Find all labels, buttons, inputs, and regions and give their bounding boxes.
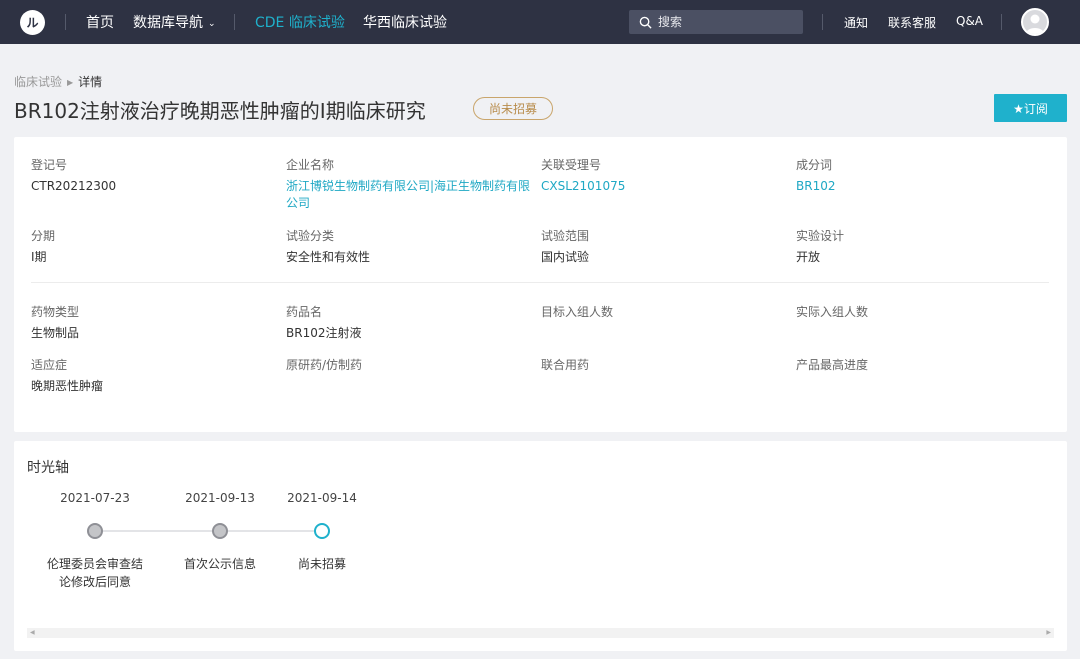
scroll-right-icon[interactable]: ▶ bbox=[1046, 628, 1051, 638]
search-box[interactable] bbox=[629, 10, 803, 34]
timeline-date: 2021-07-23 bbox=[60, 491, 130, 505]
timeline-dot-current bbox=[314, 523, 330, 539]
nav-cde-trials[interactable]: CDE 临床试验 bbox=[255, 12, 345, 32]
status-badge: 尚未招募 bbox=[473, 97, 553, 120]
chevron-down-icon: ⌄ bbox=[208, 19, 216, 29]
nav-home[interactable]: 首页 bbox=[86, 12, 114, 32]
timeline-date: 2021-09-14 bbox=[287, 491, 357, 505]
field-label: 企业名称 bbox=[286, 158, 335, 172]
nav-divider bbox=[822, 14, 823, 30]
field-value: 国内试验 bbox=[541, 250, 590, 264]
nav-contact-support[interactable]: 联系客服 bbox=[888, 14, 936, 31]
user-icon bbox=[1026, 14, 1044, 34]
logo-mark: ル bbox=[26, 16, 39, 30]
avatar[interactable] bbox=[1021, 8, 1049, 36]
field-label: 目标入组人数 bbox=[541, 305, 614, 319]
timeline-event-label: 首次公示信息 bbox=[183, 557, 256, 571]
field-highest-progress: 产品最高进度 bbox=[796, 357, 1046, 378]
search-input[interactable] bbox=[658, 15, 798, 29]
field-value: 安全性和有效性 bbox=[286, 250, 371, 264]
field-label: 实验设计 bbox=[796, 229, 845, 243]
field-label: 产品最高进度 bbox=[796, 358, 869, 372]
field-value: 晚期恶性肿瘤 bbox=[31, 379, 104, 393]
timeline-track bbox=[96, 530, 322, 532]
field-drug-type: 药物类型 生物制品 bbox=[31, 304, 281, 342]
timeline-event-label: 伦理委员会审查结论修改后同意 bbox=[46, 557, 143, 589]
nav-notifications[interactable]: 通知 bbox=[844, 14, 868, 31]
field-label: 试验范围 bbox=[541, 229, 590, 243]
field-label: 关联受理号 bbox=[541, 158, 602, 172]
field-company: 企业名称 浙江博锐生物制药有限公司|海正生物制药有限公司 bbox=[286, 157, 531, 212]
breadcrumb-parent[interactable]: 临床试验 bbox=[14, 75, 62, 89]
breadcrumb-current: 详情 bbox=[78, 75, 103, 89]
nav-huaxi-trials[interactable]: 华西临床试验 bbox=[363, 12, 447, 32]
nav-divider bbox=[65, 14, 66, 30]
field-label: 分期 bbox=[31, 229, 56, 243]
timeline-title: 时光轴 bbox=[27, 460, 69, 476]
trial-info-card: 登记号 CTR20212300 企业名称 浙江博锐生物制药有限公司|海正生物制药… bbox=[14, 137, 1067, 432]
company-link[interactable]: 浙江博锐生物制药有限公司|海正生物制药有限公司 bbox=[286, 178, 531, 212]
nav-divider bbox=[1001, 14, 1002, 30]
field-drug-name: 药品名 BR102注射液 bbox=[286, 304, 536, 342]
field-indication: 适应症 晚期恶性肿瘤 bbox=[31, 357, 281, 395]
field-reg-no: 登记号 CTR20212300 bbox=[31, 157, 281, 195]
field-accept-no: 关联受理号 CXSL2101075 bbox=[541, 157, 791, 195]
field-label: 药物类型 bbox=[31, 305, 80, 319]
site-logo[interactable]: ル bbox=[20, 10, 45, 35]
field-design: 实验设计 开放 bbox=[796, 228, 1046, 266]
field-scope: 试验范围 国内试验 bbox=[541, 228, 791, 266]
field-category: 试验分类 安全性和有效性 bbox=[286, 228, 536, 266]
timeline-dot bbox=[87, 523, 103, 539]
timeline-date: 2021-09-13 bbox=[185, 491, 255, 505]
field-target-enrollment: 目标入组人数 bbox=[541, 304, 791, 325]
field-actual-enrollment: 实际入组人数 bbox=[796, 304, 1046, 325]
horizontal-scrollbar[interactable]: ◀ ▶ bbox=[27, 628, 1054, 638]
timeline-dot bbox=[212, 523, 228, 539]
breadcrumb: 临床试验 ▶ 详情 bbox=[14, 73, 102, 90]
accept-no-link[interactable]: CXSL2101075 bbox=[541, 178, 791, 195]
field-combination-drug: 联合用药 bbox=[541, 357, 791, 378]
field-value: I期 bbox=[31, 250, 47, 264]
timeline-event-label: 尚未招募 bbox=[297, 557, 346, 571]
caret-right-icon: ▶ bbox=[67, 78, 74, 87]
field-label: 登记号 bbox=[31, 158, 68, 172]
field-phase: 分期 I期 bbox=[31, 228, 281, 266]
field-label: 原研药/仿制药 bbox=[286, 358, 363, 372]
timeline-card: 时光轴 2021-07-23 伦理委员会审查结论修改后同意 2021-09-13… bbox=[14, 441, 1067, 651]
field-label: 实际入组人数 bbox=[796, 305, 869, 319]
nav-database-label: 数据库导航 bbox=[133, 15, 203, 31]
field-value: BR102注射液 bbox=[286, 326, 362, 340]
search-icon bbox=[639, 16, 652, 29]
field-label: 联合用药 bbox=[541, 358, 590, 372]
field-label: 适应症 bbox=[31, 358, 68, 372]
ingredient-link[interactable]: BR102 bbox=[796, 178, 1046, 195]
field-label: 药品名 bbox=[286, 305, 323, 319]
subscribe-button[interactable]: ★订阅 bbox=[994, 94, 1067, 122]
nav-divider bbox=[234, 14, 235, 30]
top-navbar: ル 首页 数据库导航 ⌄ CDE 临床试验 华西临床试验 通知 联系客服 Q&A bbox=[0, 0, 1080, 44]
page-title: BR102注射液治疗晚期恶性肿瘤的I期临床研究 bbox=[14, 99, 426, 123]
nav-qa[interactable]: Q&A bbox=[956, 14, 983, 28]
field-value: CTR20212300 bbox=[31, 179, 117, 193]
scroll-left-icon[interactable]: ◀ bbox=[30, 628, 35, 638]
field-label: 成分词 bbox=[796, 158, 833, 172]
field-value: 生物制品 bbox=[31, 326, 80, 340]
field-original-generic: 原研药/仿制药 bbox=[286, 357, 536, 378]
section-divider bbox=[31, 282, 1049, 283]
nav-database[interactable]: 数据库导航 ⌄ bbox=[133, 12, 216, 32]
field-label: 试验分类 bbox=[286, 229, 335, 243]
field-value: 开放 bbox=[796, 250, 821, 264]
field-ingredient: 成分词 BR102 bbox=[796, 157, 1046, 195]
